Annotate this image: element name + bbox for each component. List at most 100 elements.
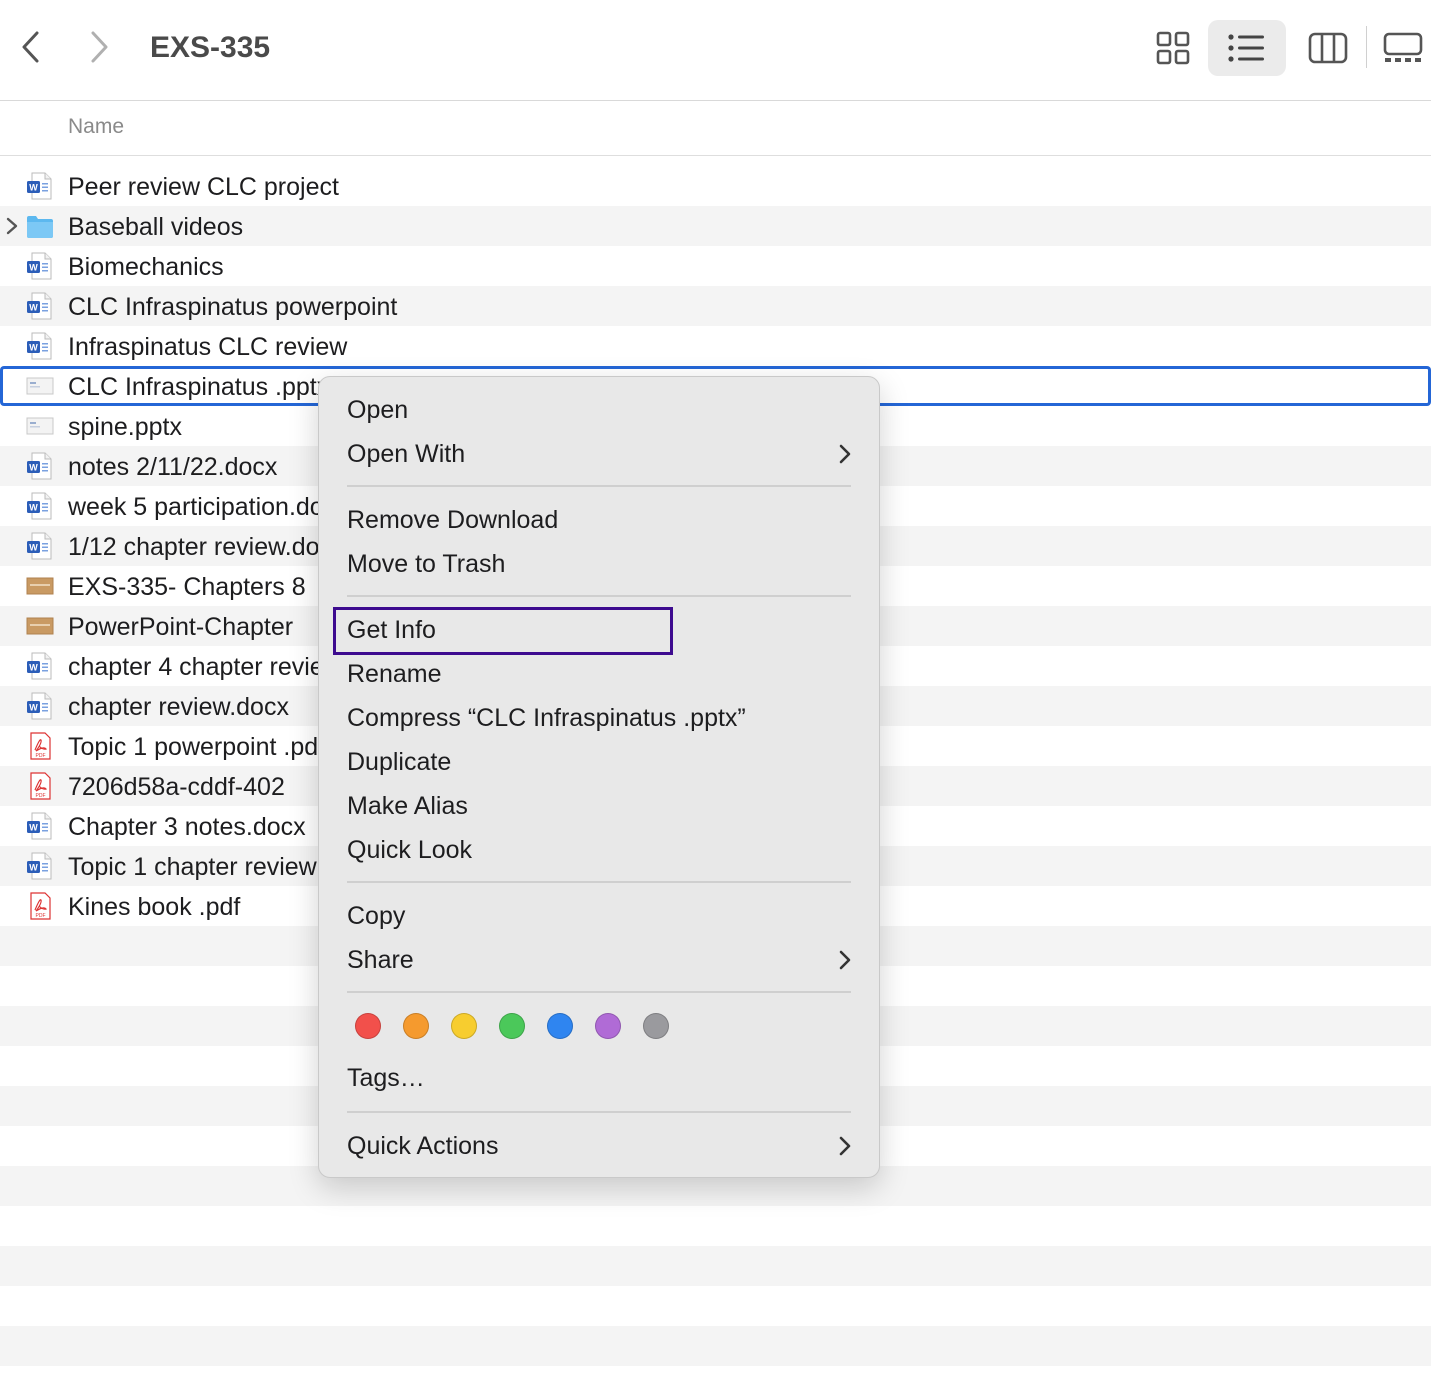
tag-color-dot[interactable] [595,1013,621,1039]
file-row[interactable]: W CLC Infraspinatus powerpoint [0,286,1431,326]
menu-item-compress[interactable]: Compress “CLC Infraspinatus .pptx” [347,703,746,733]
word-document-icon: W [27,452,52,480]
toolbar-divider [1366,26,1367,68]
file-name: CLC Infraspinatus powerpoint [68,293,398,321]
pdf-file-icon: PDF [30,892,51,920]
word-document-icon: W [27,252,52,280]
svg-text:W: W [29,823,38,833]
file-name: week 5 participation.docx [68,493,349,521]
menu-item-remove-download[interactable]: Remove Download [347,505,558,535]
menu-item-label: Quick Actions [347,1132,499,1160]
menu-item-move-to-trash[interactable]: Move to Trash [347,549,505,579]
word-document-icon: W [27,492,52,520]
file-name: EXS-335- Chapters 8 [68,573,306,601]
menu-item-open-with[interactable]: Open With [347,439,851,469]
svg-text:W: W [29,503,38,513]
tag-color-dot[interactable] [643,1013,669,1039]
pdf-file-icon: PDF [30,732,51,760]
svg-text:PDF: PDF [36,913,46,919]
tag-color-dot[interactable] [451,1013,477,1039]
file-row[interactable]: W Infraspinatus CLC review [0,326,1431,366]
menu-item-label: Open With [347,440,466,468]
menu-item-quick-actions[interactable]: Quick Actions [347,1131,851,1161]
column-view-button[interactable] [1298,20,1358,76]
file-name: Chapter 3 notes.docx [68,813,306,841]
svg-text:W: W [29,303,38,313]
menu-item-rename[interactable]: Rename [347,659,442,689]
column-header: Name [0,101,1431,156]
svg-text:W: W [29,863,38,873]
file-name: Biomechanics [68,253,224,281]
word-document-icon: W [27,692,52,720]
disclosure-triangle-icon[interactable] [4,215,20,237]
pdf-file-icon: PDF [30,772,51,800]
svg-text:W: W [29,663,38,673]
svg-text:W: W [29,543,38,553]
file-name: chapter review.docx [68,693,289,721]
toolbar: EXS-335 [0,0,1431,101]
file-name: 7206d58a-cddf-402 [68,773,285,801]
slides-thumbnail-icon [26,577,54,595]
svg-text:PDF: PDF [36,793,46,799]
svg-text:W: W [29,343,38,353]
file-name: notes 2/11/22.docx [68,453,278,481]
menu-separator [347,991,851,993]
forward-button[interactable] [80,27,120,67]
menu-item-copy[interactable]: Copy [347,901,405,931]
chevron-right-icon [91,31,108,63]
submenu-chevron-icon [839,444,851,464]
file-row[interactable]: W Peer review CLC project [0,166,1431,206]
svg-text:W: W [29,263,38,273]
presentation-file-icon [26,377,54,395]
word-document-icon: W [27,852,52,880]
menu-item-tags[interactable]: Tags… [347,1063,425,1093]
file-row[interactable]: W Biomechanics [0,246,1431,286]
gallery-icon [1383,32,1423,62]
menu-item-make-alias[interactable]: Make Alias [347,791,468,821]
word-document-icon: W [27,172,52,200]
menu-item-quick-look[interactable]: Quick Look [347,835,472,865]
svg-text:W: W [29,183,38,193]
file-name: chapter 4 chapter review [68,653,342,681]
menu-item-get-info[interactable]: Get Info [347,615,436,645]
menu-separator [347,485,851,487]
word-document-icon: W [27,812,52,840]
file-name: Infraspinatus CLC review [68,333,348,361]
tag-color-dot[interactable] [355,1013,381,1039]
word-document-icon: W [27,532,52,560]
name-column-header[interactable]: Name [68,115,124,139]
icon-view-button[interactable] [1143,20,1203,76]
svg-text:W: W [29,463,38,473]
menu-item-open[interactable]: Open [347,395,408,425]
file-name: CLC Infraspinatus .pptx [68,373,330,401]
empty-row-stripe [0,1326,1431,1366]
back-button[interactable] [10,27,50,67]
file-name: Peer review CLC project [68,173,339,201]
list-view-button[interactable] [1208,20,1286,76]
window-title: EXS-335 [150,31,271,64]
menu-separator [347,595,851,597]
svg-text:W: W [29,703,38,713]
list-icon [1228,34,1264,62]
tag-color-dot[interactable] [499,1013,525,1039]
menu-item-share[interactable]: Share [347,945,851,975]
gallery-view-button[interactable] [1378,20,1428,76]
word-document-icon: W [27,292,52,320]
menu-item-label: Share [347,946,414,974]
file-name: 1/12 chapter review.docx [68,533,345,561]
file-name: Topic 1 powerpoint .pdf [68,733,326,761]
tag-color-dot[interactable] [547,1013,573,1039]
svg-text:PDF: PDF [36,753,46,759]
slides-thumbnail-icon [26,617,54,635]
tag-color-dot[interactable] [403,1013,429,1039]
submenu-chevron-icon [839,1136,851,1156]
file-name: spine.pptx [68,413,182,441]
word-document-icon: W [27,652,52,680]
menu-item-duplicate[interactable]: Duplicate [347,747,451,777]
presentation-file-icon [26,417,54,435]
file-name: Baseball videos [68,213,244,241]
chevron-left-icon [22,31,39,63]
grid-icon [1156,31,1190,65]
file-name: Topic 1 chapter review [68,853,317,881]
folder-row[interactable]: Baseball videos [0,206,1431,246]
